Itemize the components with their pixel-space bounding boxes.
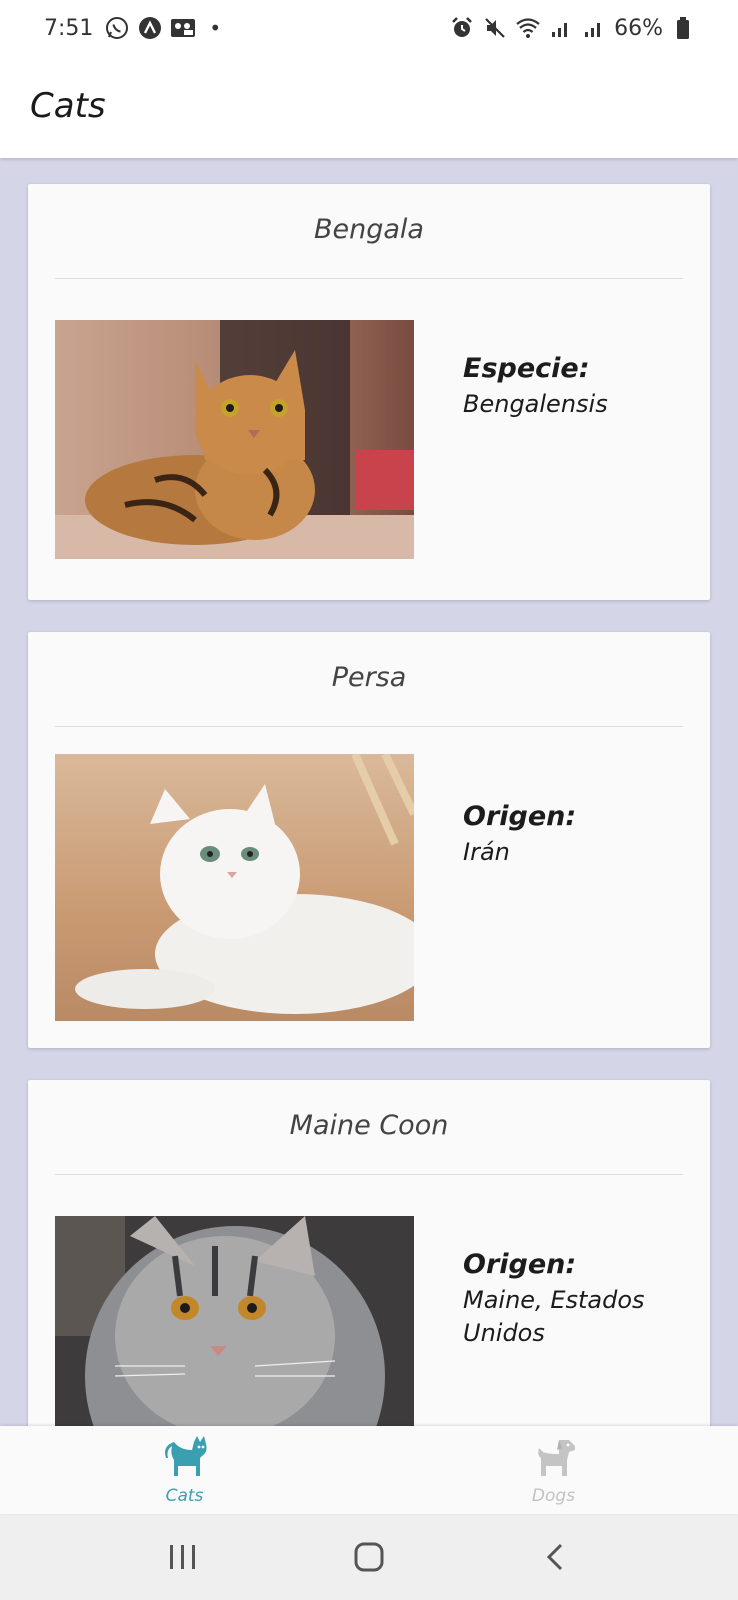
maine-coon-cat-photo <box>55 1216 414 1426</box>
status-bar: 7:51 • 66% <box>0 0 738 56</box>
info-label: Origen: <box>463 801 577 832</box>
battery-icon <box>670 15 696 41</box>
nav-tab-cats[interactable]: Cats <box>0 1426 369 1514</box>
bengal-cat-photo <box>55 320 414 559</box>
nav-tab-dogs[interactable]: Dogs <box>369 1426 738 1514</box>
recent-apps-button[interactable] <box>153 1527 213 1587</box>
status-time: 7:51 <box>44 15 94 41</box>
bottom-nav: Cats Dogs <box>0 1426 738 1514</box>
home-button[interactable] <box>339 1527 399 1587</box>
info-value: Irán <box>463 838 510 866</box>
alarm-icon <box>449 15 475 41</box>
card-divider <box>55 726 683 727</box>
nav-label-cats: Cats <box>165 1486 204 1506</box>
dog-icon <box>529 1436 579 1482</box>
card-divider <box>55 278 683 279</box>
status-left: 7:51 • <box>44 15 221 41</box>
cat-card[interactable]: Persa Origen: Irán <box>28 632 710 1048</box>
signal-icon-2 <box>581 15 607 41</box>
card-divider <box>55 1174 683 1175</box>
cat-list[interactable]: Bengala Especie: Bengalensis Persa Orige… <box>0 158 738 1426</box>
back-button[interactable] <box>525 1527 585 1587</box>
battery-percentage: 66% <box>614 15 663 41</box>
wifi-icon <box>515 15 541 41</box>
info-value: Maine, Estados Unidos <box>463 1286 645 1347</box>
app-notification-icon <box>137 15 163 41</box>
info-label: Origen: <box>463 1249 577 1280</box>
card-title: Maine Coon <box>289 1110 449 1141</box>
signal-icon <box>548 15 574 41</box>
mute-icon <box>482 15 508 41</box>
info-value: Bengalensis <box>463 390 608 418</box>
card-info: Origen: Irán <box>463 798 683 869</box>
cat-icon <box>160 1436 210 1482</box>
card-title: Bengala <box>314 214 424 245</box>
cat-card[interactable]: Maine Coon Origen: Maine, Estados Unidos <box>28 1080 710 1426</box>
card-info: Origen: Maine, Estados Unidos <box>463 1246 683 1350</box>
card-info: Especie: Bengalensis <box>463 350 683 421</box>
info-label: Especie: <box>463 353 590 384</box>
status-right: 66% <box>449 15 696 41</box>
nav-label-dogs: Dogs <box>531 1486 576 1506</box>
voicemail-icon <box>170 15 196 41</box>
system-nav-bar <box>0 1514 738 1600</box>
app-header: Cats <box>0 56 738 158</box>
cat-card[interactable]: Bengala Especie: Bengalensis <box>28 184 710 600</box>
whatsapp-icon <box>104 15 130 41</box>
card-title: Persa <box>331 662 407 693</box>
page-title: Cats <box>30 86 106 126</box>
persian-cat-photo <box>55 754 414 1021</box>
notification-dot-icon: • <box>209 16 222 40</box>
